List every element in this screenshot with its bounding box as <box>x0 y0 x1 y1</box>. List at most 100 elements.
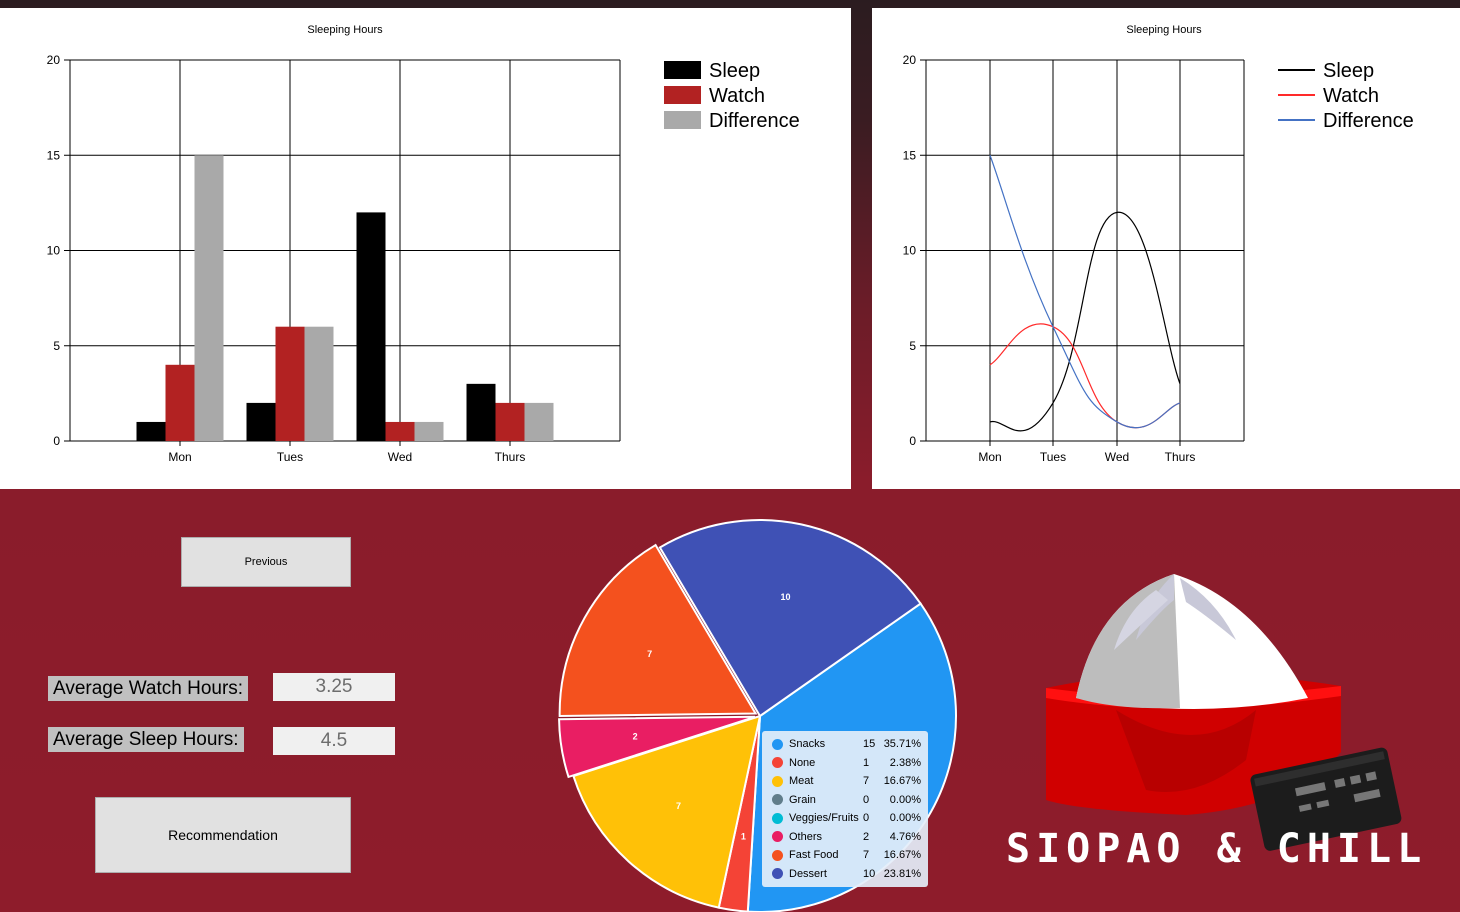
bar-y-tick-label: 5 <box>53 339 60 353</box>
pie-legend-item: Meat 7 16.67% <box>772 772 924 791</box>
pie-legend: Snacks 15 35.71% None 1 2.38% Meat 7 16.67% Grain… <box>762 731 928 887</box>
line-legend-label: Watch <box>1323 85 1379 107</box>
bar-watch-wed <box>385 421 415 441</box>
bar-y-tick-label: 0 <box>53 434 60 448</box>
bar-x-tick-label: Tues <box>277 450 303 464</box>
pie-legend-name: Snacks <box>789 738 826 751</box>
pie-legend-item: Grain 0 0.00% <box>772 791 924 810</box>
bar-legend-label: Watch <box>709 85 765 107</box>
legend-dot-icon <box>772 775 783 787</box>
bar-y-tick-label: 20 <box>47 53 61 67</box>
bar-chart-title: Sleeping Hours <box>307 24 383 36</box>
bar-difference-tues <box>304 326 334 441</box>
line-series-watch <box>989 323 1181 429</box>
pie-legend-name: Grain <box>789 793 816 806</box>
pie-legend-name: None <box>789 756 816 769</box>
average-sleep-hours-value: 4.5 <box>273 727 395 755</box>
legend-dot-icon <box>772 794 783 806</box>
pie-legend-pct: 2.38% <box>889 756 921 769</box>
pie-legend-pct: 4.76% <box>889 830 921 843</box>
line-y-tick-label: 10 <box>903 244 917 258</box>
pie-legend-count: 15 <box>863 738 876 751</box>
average-watch-hours-value: 3.25 <box>273 673 395 701</box>
pie-legend-pct: 16.67% <box>883 849 921 862</box>
bar-legend-label: Difference <box>709 110 800 132</box>
bar-difference-mon <box>194 155 224 441</box>
pie-legend-name: Veggies/Fruits <box>789 812 859 825</box>
pie-legend-name: Meat <box>789 775 814 788</box>
pie-legend-count: 0 <box>863 793 870 806</box>
pie-legend-pct: 35.71% <box>883 738 921 751</box>
line-y-tick-label: 5 <box>909 339 916 353</box>
bar-chart: Sleeping Hours 0 5 10 15 20 Mon Tues Wed Thurs Sle… <box>47 24 800 464</box>
pie-legend-count: 0 <box>863 812 870 825</box>
bar-difference-wed <box>414 421 444 441</box>
average-sleep-hours-label: Average Sleep Hours: <box>48 727 244 752</box>
logo-text: SIOPAO & CHILL <box>1006 826 1427 872</box>
bar-legend-label: Sleep <box>709 60 760 82</box>
pie-legend-item: Snacks 15 35.71% <box>772 735 924 754</box>
pie-legend-item: Fast Food 7 16.67% <box>772 846 924 865</box>
line-x-tick-label: Tues <box>1040 450 1066 464</box>
line-y-tick-label: 20 <box>903 53 917 67</box>
pie-data-label: 10 <box>781 592 791 602</box>
line-chart-panel: Sleeping Hours 0 5 10 15 20 Mon Tues Wed Thurs Sle… <box>872 8 1460 489</box>
legend-dot-icon <box>772 812 783 824</box>
pie-legend-name: Dessert <box>789 867 827 880</box>
line-x-tick-label: Mon <box>978 450 1001 464</box>
bar-y-tick-label: 15 <box>47 148 61 162</box>
bar-sleep-mon <box>136 421 166 441</box>
legend-dot-icon <box>772 757 783 769</box>
pie-legend-item: None 1 2.38% <box>772 754 924 773</box>
pie-legend-pct: 0.00% <box>889 812 921 825</box>
bar-watch-thurs <box>495 402 525 441</box>
bar-chart-panel: Sleeping Hours 0 5 10 15 20 Mon Tues Wed Thurs Sle… <box>0 8 851 489</box>
bar-sleep-wed <box>356 212 386 441</box>
line-chart-title: Sleeping Hours <box>1126 24 1202 36</box>
recommendation-button[interactable]: Recommendation <box>95 797 351 873</box>
legend-dot-icon <box>772 849 783 861</box>
average-watch-hours-label: Average Watch Hours: <box>48 676 249 701</box>
bar-legend-swatch <box>664 61 701 79</box>
pie-legend-count: 1 <box>863 756 870 769</box>
pie-legend-count: 10 <box>863 867 876 880</box>
bar-difference-thurs <box>524 402 554 441</box>
pie-legend-count: 7 <box>863 849 870 862</box>
pie-legend-pct: 23.81% <box>883 867 921 880</box>
pie-data-label: 7 <box>647 649 652 659</box>
line-legend-label: Difference <box>1323 110 1414 132</box>
pie-data-label: 7 <box>676 801 681 811</box>
legend-dot-icon <box>772 738 783 750</box>
bar-watch-tues <box>275 326 305 441</box>
bar-sleep-tues <box>246 402 276 441</box>
legend-dot-icon <box>772 868 783 880</box>
line-series-sleep <box>989 211 1181 432</box>
line-x-tick-label: Thurs <box>1165 450 1196 464</box>
legend-dot-icon <box>772 831 783 843</box>
bar-y-tick-label: 10 <box>47 244 61 258</box>
previous-button[interactable]: Previous <box>181 537 351 587</box>
bar-x-tick-label: Wed <box>388 450 412 464</box>
pie-legend-name: Fast Food <box>789 849 839 862</box>
pie-legend-name: Others <box>789 830 823 843</box>
bar-legend-swatch <box>664 86 701 104</box>
pie-legend-item: Veggies/Fruits 0 0.00% <box>772 809 924 828</box>
bar-sleep-thurs <box>466 383 496 441</box>
pie-legend-item: Dessert 10 23.81% <box>772 865 924 884</box>
line-chart: Sleeping Hours 0 5 10 15 20 Mon Tues Wed Thurs Sle… <box>903 24 1414 464</box>
bar-x-tick-label: Thurs <box>495 450 526 464</box>
line-legend-label: Sleep <box>1323 60 1374 82</box>
pie-legend-pct: 0.00% <box>889 793 921 806</box>
pie-data-label: 1 <box>741 831 746 841</box>
pie-legend-item: Others 2 4.76% <box>772 828 924 847</box>
bar-watch-mon <box>165 364 195 441</box>
line-y-tick-label: 0 <box>909 434 916 448</box>
pie-data-label: 2 <box>633 731 638 741</box>
siopao-and-chill-logo: SIOPAO & CHILL <box>1006 574 1427 872</box>
line-x-tick-label: Wed <box>1105 450 1129 464</box>
bar-x-tick-label: Mon <box>168 450 191 464</box>
pie-legend-pct: 16.67% <box>883 775 921 788</box>
bar-legend-swatch <box>664 111 701 129</box>
line-y-tick-label: 15 <box>903 148 917 162</box>
pie-legend-count: 7 <box>863 775 870 788</box>
